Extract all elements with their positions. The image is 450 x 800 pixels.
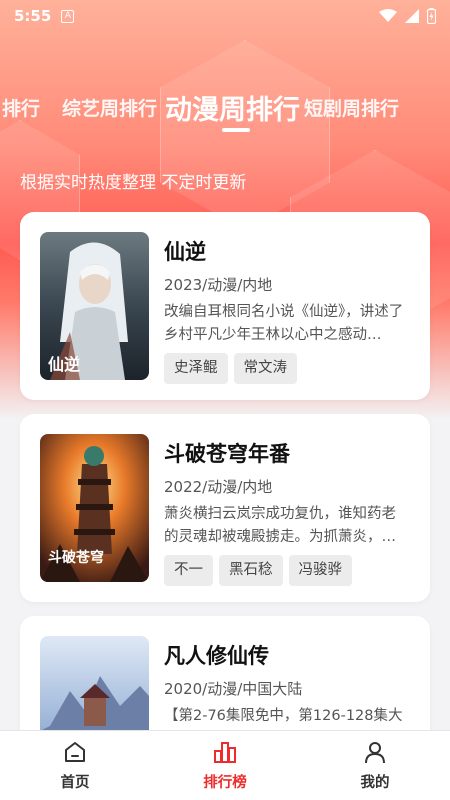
tab-partial[interactable]: 排行 [2, 94, 40, 121]
tab-short-drama-weekly[interactable]: 短剧周排行 [304, 94, 399, 121]
battery-icon [427, 8, 436, 24]
active-tab-indicator [222, 128, 250, 132]
nav-ranking[interactable]: 排行榜 [150, 731, 300, 800]
poster-image: 斗破苍穹 [40, 434, 149, 582]
tab-anime-weekly[interactable]: 动漫周排行 [165, 88, 300, 127]
poster-image: 仙逆 [40, 232, 149, 380]
ranking-tabs: 排行 综艺周排行 动漫周排行 短剧周排行 [0, 82, 450, 132]
cast-tag[interactable]: 冯骏骅 [288, 555, 352, 586]
item-meta: 2023/动漫/内地 [164, 276, 273, 294]
tab-variety-weekly[interactable]: 综艺周排行 [62, 94, 157, 121]
user-icon [365, 742, 385, 764]
item-meta: 2022/动漫/内地 [164, 478, 273, 496]
ranking-card[interactable]: 仙逆 仙逆 2023/动漫/内地 改编自耳根同名小说《仙逆》，讲述了乡村平凡少年… [20, 212, 430, 400]
nav-home[interactable]: 首页 [0, 731, 150, 800]
cast-tag[interactable]: 常文涛 [233, 353, 297, 384]
item-description: 改编自耳根同名小说《仙逆》，讲述了乡村平凡少年王林以心中之感动… [164, 304, 404, 343]
notification-icon: A [61, 9, 75, 23]
item-description: 萧炎横扫云岚宗成功复仇，谁知药老的灵魂却被魂殿掳走。为抓萧炎，… [164, 506, 396, 545]
nav-home-label: 首页 [60, 775, 90, 791]
status-time: 5:55 [14, 7, 52, 25]
cast-tags: 史泽鲲 常文涛 [164, 353, 410, 384]
poster-logo: 斗破苍穹 [48, 549, 104, 566]
cast-tags: 不一 黑石稔 冯骏骅 [164, 555, 410, 586]
wifi-icon [379, 9, 397, 22]
item-title: 斗破苍穹年番 [164, 442, 290, 466]
nav-profile[interactable]: 我的 [300, 731, 450, 800]
cast-tag[interactable]: 不一 [164, 555, 213, 586]
cast-tag[interactable]: 史泽鲲 [164, 353, 228, 384]
poster-logo: 仙逆 [48, 355, 80, 374]
signal-icon [405, 9, 419, 23]
bar-chart-icon [214, 742, 236, 763]
cast-tag[interactable]: 黑石稔 [219, 555, 283, 586]
home-icon [65, 742, 85, 762]
item-title: 凡人修仙传 [164, 644, 269, 668]
nav-profile-label: 我的 [360, 775, 390, 791]
ranking-subtitle: 根据实时热度整理 不定时更新 [20, 173, 247, 193]
item-title: 仙逆 [164, 240, 206, 264]
item-meta: 2020/动漫/中国大陆 [164, 680, 303, 698]
ranking-card[interactable]: 斗破苍穹 斗破苍穹年番 2022/动漫/内地 萧炎横扫云岚宗成功复仇，谁知药老的… [20, 414, 430, 602]
status-bar: 5:55 A [0, 0, 450, 32]
nav-ranking-label: 排行榜 [203, 775, 247, 791]
bottom-nav: 首页 排行榜 我的 [0, 730, 450, 800]
